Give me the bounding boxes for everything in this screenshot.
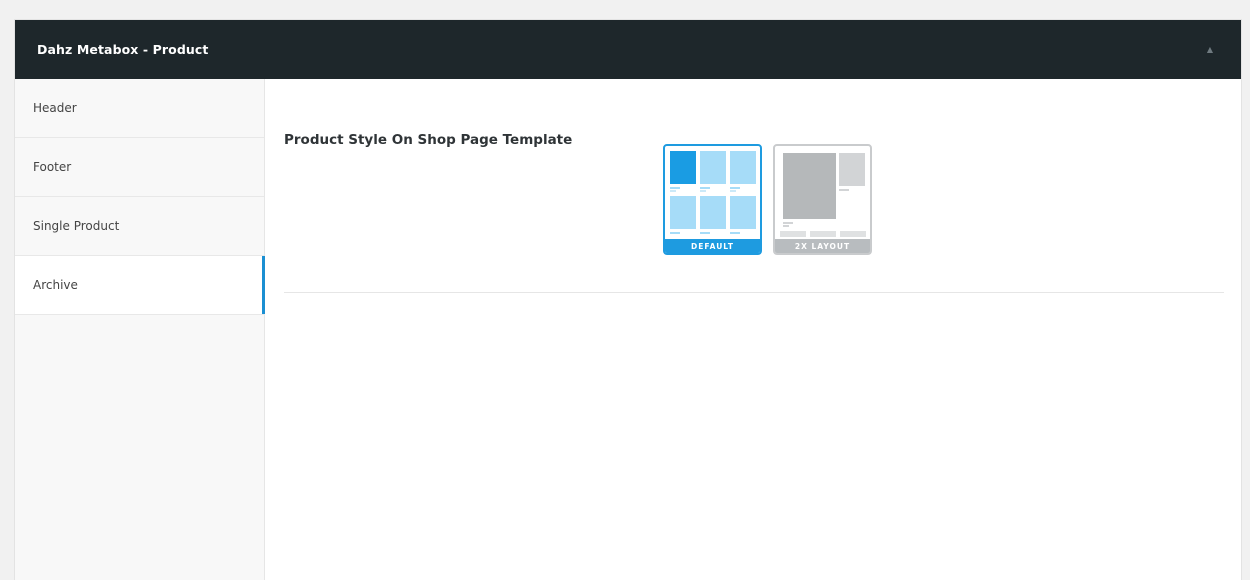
sidebar-item-header[interactable]: Header bbox=[15, 79, 264, 138]
sidebar-item-label: Single Product bbox=[33, 219, 120, 233]
metabox-body: Header Footer Single Product Archive Pro… bbox=[15, 79, 1241, 580]
sidebar-item-label: Footer bbox=[33, 160, 72, 174]
option-default[interactable]: DEFAULT bbox=[663, 144, 762, 255]
archive-settings-content: Product Style On Shop Page Template DEFA… bbox=[265, 79, 1241, 580]
sidebar-item-label: Header bbox=[33, 101, 77, 115]
product-style-options: DEFAULT 2X LAYOUT bbox=[663, 144, 872, 255]
sidebar-item-footer[interactable]: Footer bbox=[15, 138, 264, 197]
option-label: 2X LAYOUT bbox=[775, 239, 870, 253]
metabox-header[interactable]: Dahz Metabox - Product ▲ bbox=[15, 20, 1241, 79]
default-layout-thumbnail-icon bbox=[670, 151, 756, 238]
metabox-panel: Dahz Metabox - Product ▲ Header Footer S… bbox=[15, 20, 1241, 580]
divider bbox=[284, 292, 1224, 293]
sidebar-item-single-product[interactable]: Single Product bbox=[15, 197, 264, 256]
sidebar-item-archive[interactable]: Archive bbox=[15, 256, 265, 315]
option-2x-layout[interactable]: 2X LAYOUT bbox=[773, 144, 872, 255]
sidebar: Header Footer Single Product Archive bbox=[15, 79, 265, 580]
2x-layout-thumbnail-icon bbox=[780, 151, 866, 238]
collapse-toggle-icon[interactable]: ▲ bbox=[1201, 41, 1219, 58]
metabox-title: Dahz Metabox - Product bbox=[37, 42, 209, 57]
field-label: Product Style On Shop Page Template bbox=[284, 132, 573, 148]
sidebar-item-label: Archive bbox=[33, 278, 78, 292]
option-label: DEFAULT bbox=[665, 239, 760, 253]
